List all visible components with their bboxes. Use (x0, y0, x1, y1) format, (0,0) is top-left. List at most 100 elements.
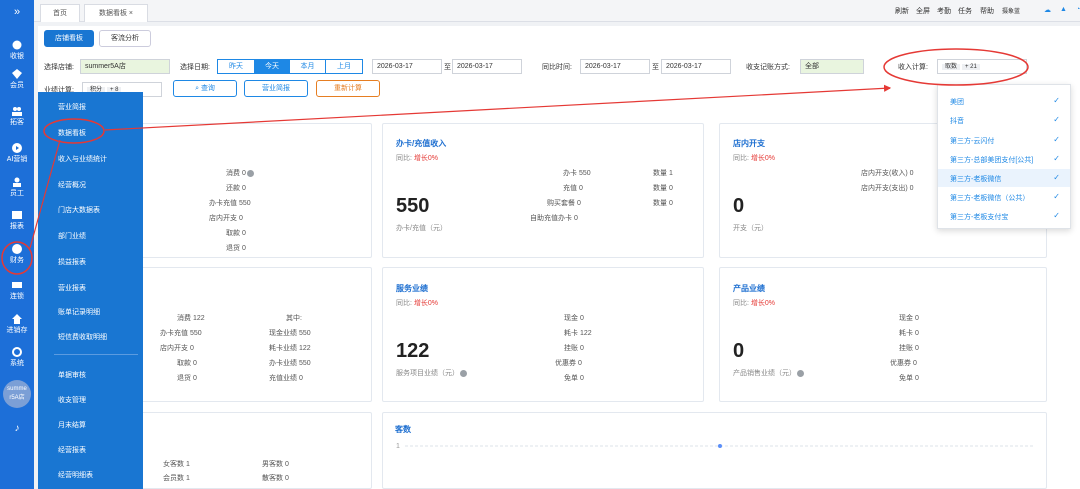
compare-to-input[interactable]: 2026-03-17 (661, 59, 731, 74)
triangle-icon[interactable]: ▲ (1060, 6, 1067, 13)
date-label: 选择日期: (180, 64, 210, 71)
top-bar: 首页 数据看板 × 刷新 全屏 考勤 任务 帮助 摄象蓝 ☁ ▲ ◔ (34, 0, 1080, 22)
sidebar-item-ai[interactable]: AI营销 (0, 143, 34, 164)
bell-icon[interactable]: ♪ (0, 424, 34, 434)
store-avatar[interactable]: summe r5A店 (3, 380, 31, 408)
service-title: 服务业绩 (396, 284, 428, 293)
sidebar-label: 报表 (10, 223, 24, 230)
side-navigation: » 收银 会员 拓客 AI营销 员工 报表 财务 连锁 进销存 系统 summe… (0, 0, 34, 489)
product-line: 耗卡 0 (899, 330, 919, 337)
compare-label: 同比: (733, 155, 749, 162)
sidebar-label: 收银 (10, 53, 24, 60)
check-icon: ✓ (1053, 154, 1060, 163)
perf-line: 耗卡业绩 122 (269, 345, 311, 352)
menu-item[interactable]: 收入与业绩统计 (58, 154, 107, 164)
sidebar-item-member[interactable]: 会员 (0, 69, 34, 90)
product-line: 现金 0 (899, 315, 919, 322)
store-select[interactable]: summer5A店 (80, 59, 170, 74)
menu-item[interactable]: 单据审核 (58, 370, 86, 380)
finance-icon (12, 244, 22, 254)
query-button[interactable]: ⌕ 查询 (173, 80, 237, 97)
cr-line: 购买套餐 0 (547, 200, 581, 207)
perf-line: 取款 0 (177, 360, 197, 367)
sidebar-label: 系统 (10, 360, 24, 367)
menu-item[interactable]: 门店大数据表 (58, 205, 100, 215)
date-today[interactable]: 今天 (254, 59, 290, 74)
menu-item[interactable]: 部门业绩 (58, 231, 86, 241)
compare-from-input[interactable]: 2026-03-17 (580, 59, 650, 74)
tab-store-board[interactable]: 店铺看板 (44, 30, 94, 47)
dropdown-option[interactable]: 第三方-老板微信 (950, 174, 1001, 184)
menu-divider (54, 354, 138, 355)
menu-item[interactable]: 损益报表 (58, 257, 86, 267)
income-more: + 21 (961, 64, 980, 70)
date-yesterday[interactable]: 昨天 (217, 59, 255, 74)
compare-label: 同比: (396, 300, 412, 307)
sidebar-item-chain[interactable]: 连锁 (0, 280, 34, 301)
help-icon (797, 369, 804, 377)
perf-line: 消费 122 (177, 315, 205, 322)
dashboard-icon[interactable]: ◔ (1076, 6, 1080, 13)
sidebar-item-expand[interactable]: 拓客 (0, 106, 34, 127)
sidebar-item-cashier[interactable]: 收银 (0, 40, 34, 61)
perf-line: 办卡充值 550 (160, 330, 202, 337)
play-icon (12, 143, 22, 153)
cloud-icon[interactable]: ☁ (1044, 6, 1051, 14)
perf-line: 充值业绩 0 (269, 375, 303, 382)
service-sub: 服务项目业绩（元） (396, 368, 467, 378)
cr-count: 数量 1 (653, 170, 673, 177)
sidebar-item-system[interactable]: 系统 (0, 347, 34, 368)
sidebar-label: 进销存 (6, 327, 28, 334)
attendance-link[interactable]: 考勤 (937, 6, 951, 16)
dropdown-option[interactable]: 抖音 (950, 116, 964, 126)
product-sub: 产品销售业绩（元） (733, 368, 804, 378)
expense-compare: 同比: 增长0% (733, 153, 775, 163)
refresh-link[interactable]: 刷新 (895, 6, 909, 16)
menu-item-dashboard[interactable]: 数据看板 (58, 128, 86, 138)
task-link[interactable]: 任务 (958, 6, 972, 16)
expand-icon[interactable]: » (0, 7, 34, 18)
tab-traffic-analysis[interactable]: 客流分析 (99, 30, 151, 47)
help-link[interactable]: 帮助 (980, 6, 994, 16)
menu-item[interactable]: 账单记录明细 (58, 307, 100, 317)
income-select[interactable]: 取数 + 21 (937, 59, 1027, 74)
menu-item[interactable]: 营业报表 (58, 283, 86, 293)
product-card (719, 267, 1047, 402)
dropdown-option[interactable]: 第三方-云闪付 (950, 136, 994, 146)
menu-item[interactable]: 经营概况 (58, 180, 86, 190)
menu-item[interactable]: 营业简报 (58, 102, 86, 112)
dropdown-option[interactable]: 第三方-老板微信（公共） (950, 193, 1029, 203)
record-select[interactable]: 全部 (800, 59, 864, 74)
total-repay: 还款 0 (226, 185, 246, 192)
recalc-button[interactable]: 重新计算 (316, 80, 380, 97)
menu-item[interactable]: 短信费收取明细 (58, 332, 107, 342)
date-from-input[interactable]: 2026-03-17 (372, 59, 442, 74)
dropdown-option[interactable]: 美团 (950, 97, 964, 107)
sidebar-item-finance[interactable]: 财务 (0, 244, 34, 265)
tab-dashboard[interactable]: 数据看板 × (84, 4, 148, 22)
traffic-title: 客数 (395, 425, 411, 434)
menu-item[interactable]: 收支管理 (58, 395, 86, 405)
menu-item[interactable]: 经营报表 (58, 445, 86, 455)
dropdown-option[interactable]: 第三方-总部美团支付[公共] (950, 155, 1033, 165)
dropdown-option[interactable]: 第三方-老板支付宝 (950, 212, 1008, 222)
sidebar-item-report[interactable]: 报表 (0, 210, 34, 231)
menu-item[interactable]: 经营明细表 (58, 470, 93, 480)
service-line: 优惠券 0 (555, 360, 582, 367)
tab-home[interactable]: 首页 (40, 4, 80, 22)
date-last-month[interactable]: 上月 (325, 59, 363, 74)
date-this-month[interactable]: 本月 (289, 59, 326, 74)
total-line: 消费 0 (226, 168, 254, 178)
user-menu[interactable]: 摄象蓝 (1002, 6, 1020, 15)
menu-item[interactable]: 月末结算 (58, 420, 86, 430)
date-to-input[interactable]: 2026-03-17 (452, 59, 522, 74)
brief-button[interactable]: 营业简报 (244, 80, 308, 97)
service-line: 免单 0 (564, 375, 584, 382)
perf-line: 其中: (286, 315, 302, 322)
sidebar-item-staff[interactable]: 员工 (0, 177, 34, 198)
sidebar-item-inventory[interactable]: 进销存 (0, 314, 34, 335)
cr-count: 数量 0 (653, 200, 673, 207)
fullscreen-link[interactable]: 全屏 (916, 6, 930, 16)
sidebar-label: 连锁 (10, 293, 24, 300)
close-icon[interactable]: × (129, 10, 133, 17)
